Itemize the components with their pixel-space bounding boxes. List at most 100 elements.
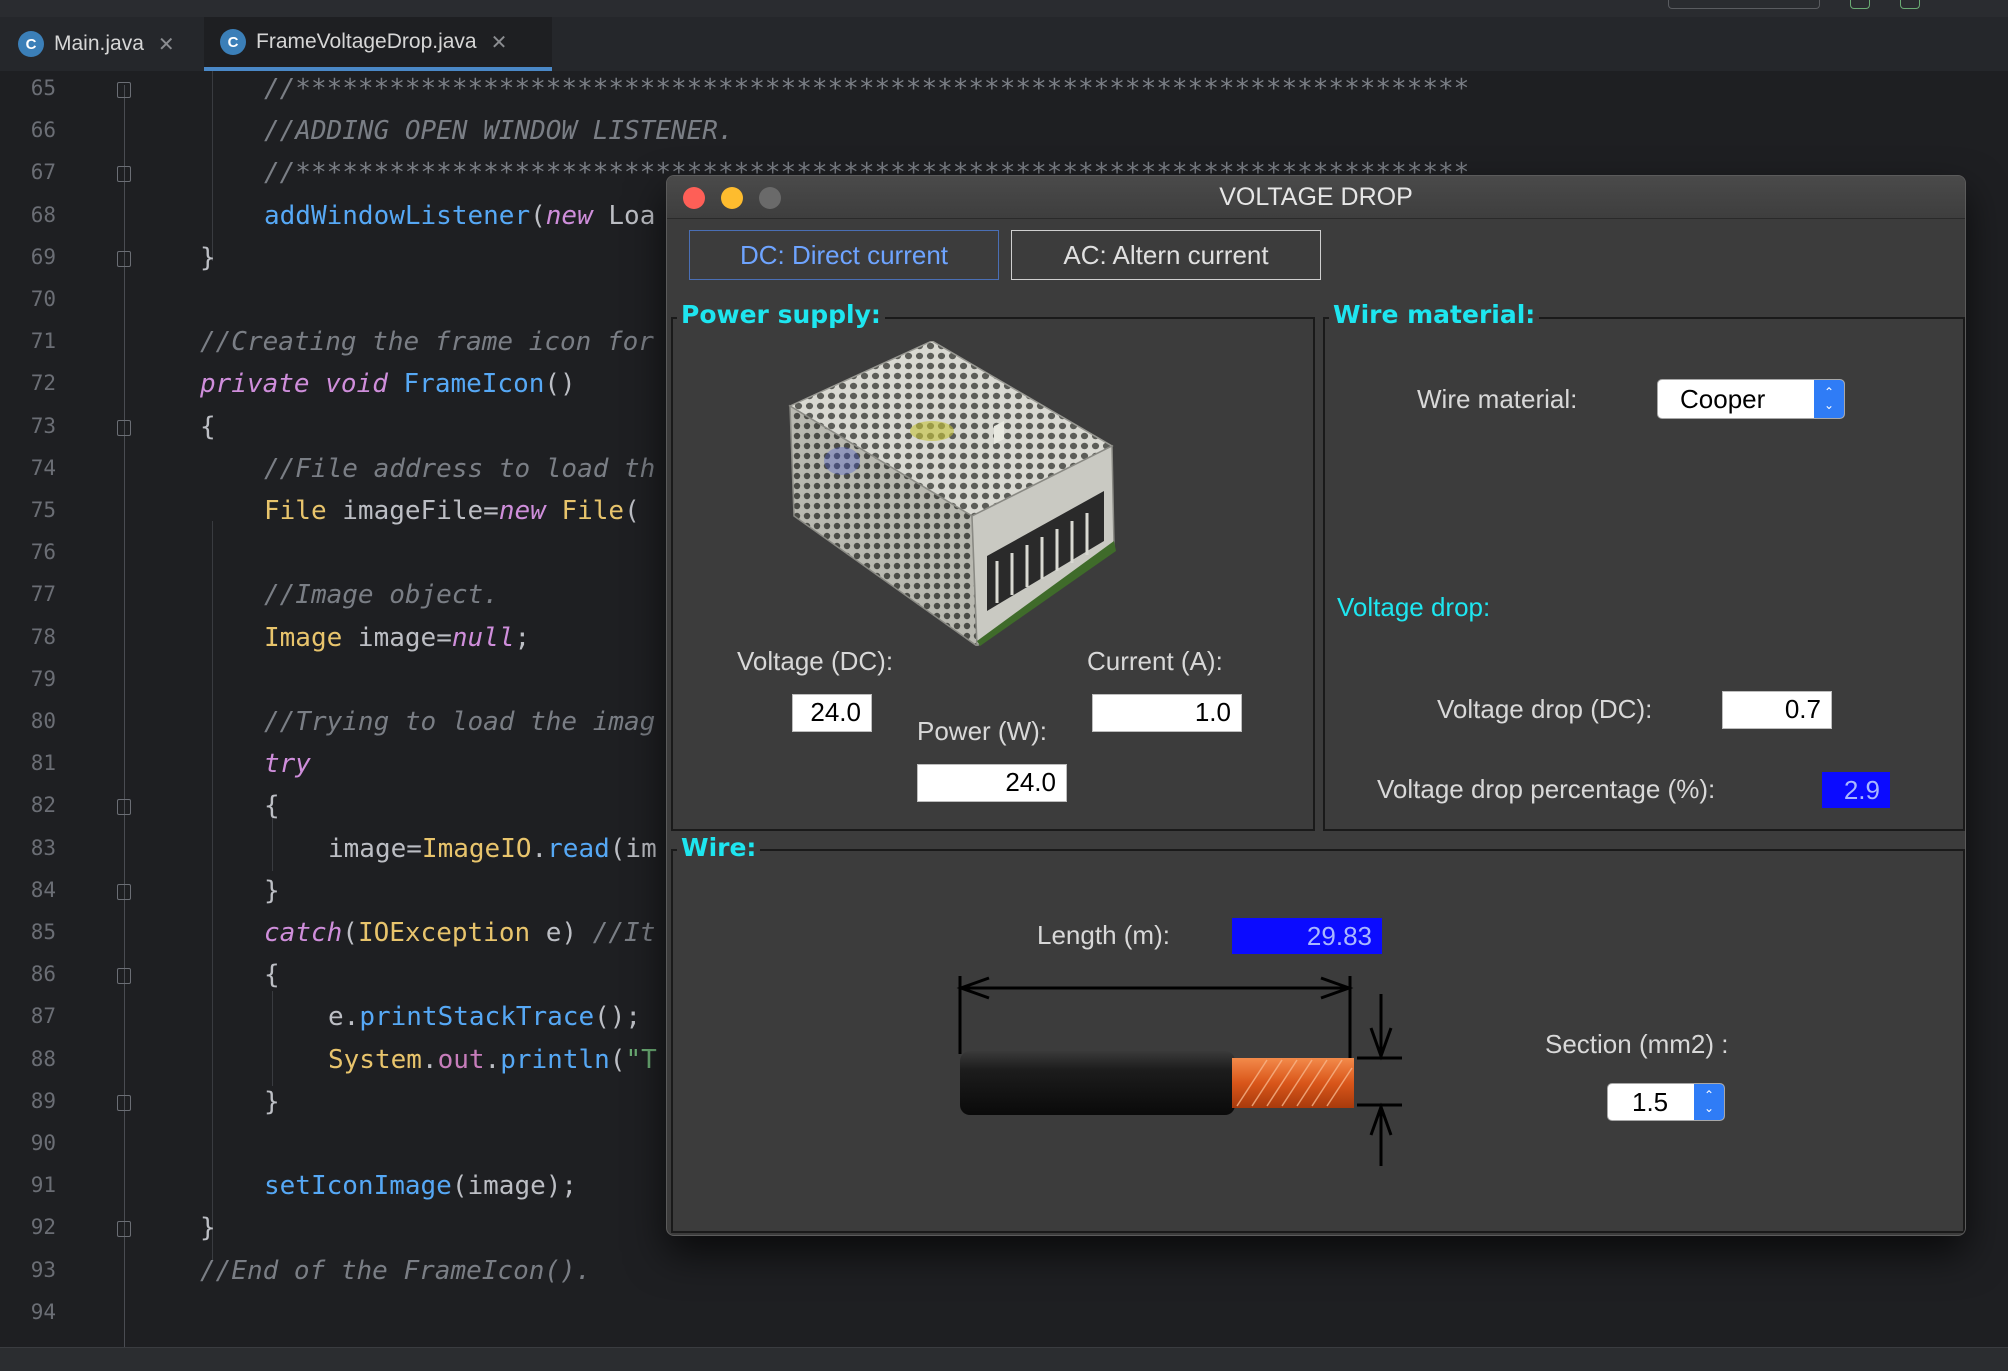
line-number: 92 <box>30 1215 56 1240</box>
voltage-drop-pct-field[interactable]: 2.9 <box>1822 772 1890 808</box>
line-number: 82 <box>30 793 56 818</box>
code-line: //Creating the frame icon for <box>200 327 654 358</box>
window-titlebar[interactable]: VOLTAGE DROP <box>667 176 1965 219</box>
fold-marker-icon[interactable] <box>117 250 131 267</box>
code-line: { <box>200 411 216 442</box>
code-line: catch(IOException e) //It <box>264 918 656 948</box>
tab-label: FrameVoltageDrop.java <box>256 30 477 53</box>
code-line: addWindowListener(new Loa <box>264 200 656 231</box>
fold-marker-icon[interactable] <box>117 883 131 900</box>
line-number: 75 <box>30 498 56 522</box>
line-number: 86 <box>30 962 56 987</box>
line-number: 78 <box>30 624 56 649</box>
tab-label: Main.java <box>54 32 144 55</box>
code-line: private void FrameIcon() <box>200 369 576 400</box>
line-number: 90 <box>30 1131 56 1155</box>
code-line: } <box>264 1086 280 1117</box>
voltage-drop-pct-label: Voltage drop percentage (%): <box>1377 774 1716 804</box>
line-number: 93 <box>30 1257 56 1282</box>
status-bar <box>0 1347 2008 1371</box>
line-number: 85 <box>30 920 56 944</box>
code-line: //End of the FrameIcon(). <box>200 1255 592 1286</box>
code-line: //**************************************… <box>264 74 1470 104</box>
fold-marker-icon[interactable] <box>117 1221 131 1238</box>
code-line: System.out.println("T <box>328 1044 657 1075</box>
code-line: } <box>264 875 280 906</box>
line-number: 81 <box>30 751 56 776</box>
line-number: 88 <box>30 1046 56 1071</box>
line-number: 65 <box>30 76 56 100</box>
tab-ac-altern-current[interactable]: AC: Altern current <box>1011 230 1321 280</box>
section-select[interactable]: 1.5 ⌃ ⌄ <box>1607 1083 1725 1121</box>
fold-marker-icon[interactable] <box>117 799 131 816</box>
run-config-selector[interactable] <box>1668 0 1820 9</box>
length-label: Length (m): <box>1037 920 1170 950</box>
code-line: //Image object. <box>264 580 499 611</box>
tab-main-java[interactable]: C Main.java ✕ <box>18 17 204 71</box>
code-line: //Trying to load the imag <box>264 707 656 737</box>
line-number: 87 <box>30 1004 56 1029</box>
fold-marker-icon[interactable] <box>117 419 131 436</box>
code-line: //ADDING OPEN WINDOW LISTENER. <box>264 116 734 147</box>
fold-marker-icon[interactable] <box>117 968 131 985</box>
close-icon[interactable]: ✕ <box>158 32 175 57</box>
ide-top-toolbar <box>0 0 2008 18</box>
run-icon[interactable] <box>1900 0 1920 9</box>
line-number: 84 <box>30 877 56 902</box>
line-number: 94 <box>30 1299 56 1324</box>
fold-marker-icon[interactable] <box>117 82 131 98</box>
code-line: { <box>264 791 280 822</box>
power-field[interactable]: 24.0 <box>917 764 1067 802</box>
wire-material-title: Wire material: <box>1329 300 1540 330</box>
current-field[interactable]: 1.0 <box>1092 694 1242 732</box>
wire-material-selected: Cooper <box>1680 384 1766 414</box>
wire-title: Wire: <box>677 833 761 863</box>
code-line: e.printStackTrace(); <box>328 1002 642 1033</box>
code-line: image=ImageIO.read(im <box>328 833 657 864</box>
line-number: 79 <box>30 666 56 691</box>
window-title: VOLTAGE DROP <box>1219 183 1413 211</box>
chevron-updown-icon: ⌃ ⌄ <box>1814 380 1844 418</box>
voltage-field[interactable]: 24.0 <box>792 694 872 732</box>
line-number: 74 <box>30 455 56 480</box>
voltage-drop-window: VOLTAGE DROP DC: Direct current AC: Alte… <box>666 175 1966 1236</box>
line-number: 72 <box>30 371 56 396</box>
power-supply-image <box>788 341 1116 646</box>
line-number: 77 <box>30 582 56 607</box>
voltage-drop-field[interactable]: 0.7 <box>1722 691 1832 729</box>
class-icon: C <box>220 29 246 55</box>
section-label: Section (mm2) : <box>1545 1029 1729 1059</box>
tab-frame-voltage-drop[interactable]: C FrameVoltageDrop.java ✕ <box>204 17 552 71</box>
line-number: 80 <box>30 709 56 733</box>
line-number: 67 <box>30 160 56 185</box>
line-number: 69 <box>30 244 56 269</box>
code-line: setIconImage(image); <box>264 1171 578 1202</box>
wire-material-label: Wire material: <box>1417 384 1578 414</box>
line-number: 89 <box>30 1088 56 1113</box>
code-line: } <box>200 242 216 273</box>
fold-marker-icon[interactable] <box>117 1094 131 1111</box>
wire-material-select[interactable]: Cooper ⌃ ⌄ <box>1657 379 1845 419</box>
section-selected: 1.5 <box>1632 1087 1669 1117</box>
code-line: } <box>200 1213 216 1244</box>
wire-diagram <box>956 976 1402 1166</box>
power-label: Power (W): <box>917 716 1047 746</box>
fold-marker-icon[interactable] <box>117 166 131 183</box>
build-icon[interactable] <box>1850 0 1870 9</box>
voltage-drop-label: Voltage drop (DC): <box>1437 694 1653 724</box>
line-number: 66 <box>30 118 56 143</box>
code-line: Image image=null; <box>264 622 531 653</box>
voltage-label: Voltage (DC): <box>737 646 894 676</box>
editor-tab-bar: C Main.java ✕ C FrameVoltageDrop.java ✕ <box>0 17 2008 72</box>
line-number: 91 <box>30 1173 56 1198</box>
line-number: 68 <box>30 202 56 227</box>
line-number: 71 <box>30 329 56 354</box>
chevron-updown-icon: ⌃ ⌄ <box>1694 1084 1724 1120</box>
line-gutter: 65 66 67 68 69 70 71 72 73 74 75 76 77 78 79 80 81 82 83 84… <box>0 71 150 1347</box>
tab-dc-direct-current[interactable]: DC: Direct current <box>689 230 999 280</box>
line-number: 83 <box>30 835 56 860</box>
length-field[interactable]: 29.83 <box>1232 918 1382 954</box>
voltage-drop-heading: Voltage drop: <box>1337 592 1491 622</box>
line-number: 73 <box>30 413 56 438</box>
close-icon[interactable]: ✕ <box>491 30 508 55</box>
